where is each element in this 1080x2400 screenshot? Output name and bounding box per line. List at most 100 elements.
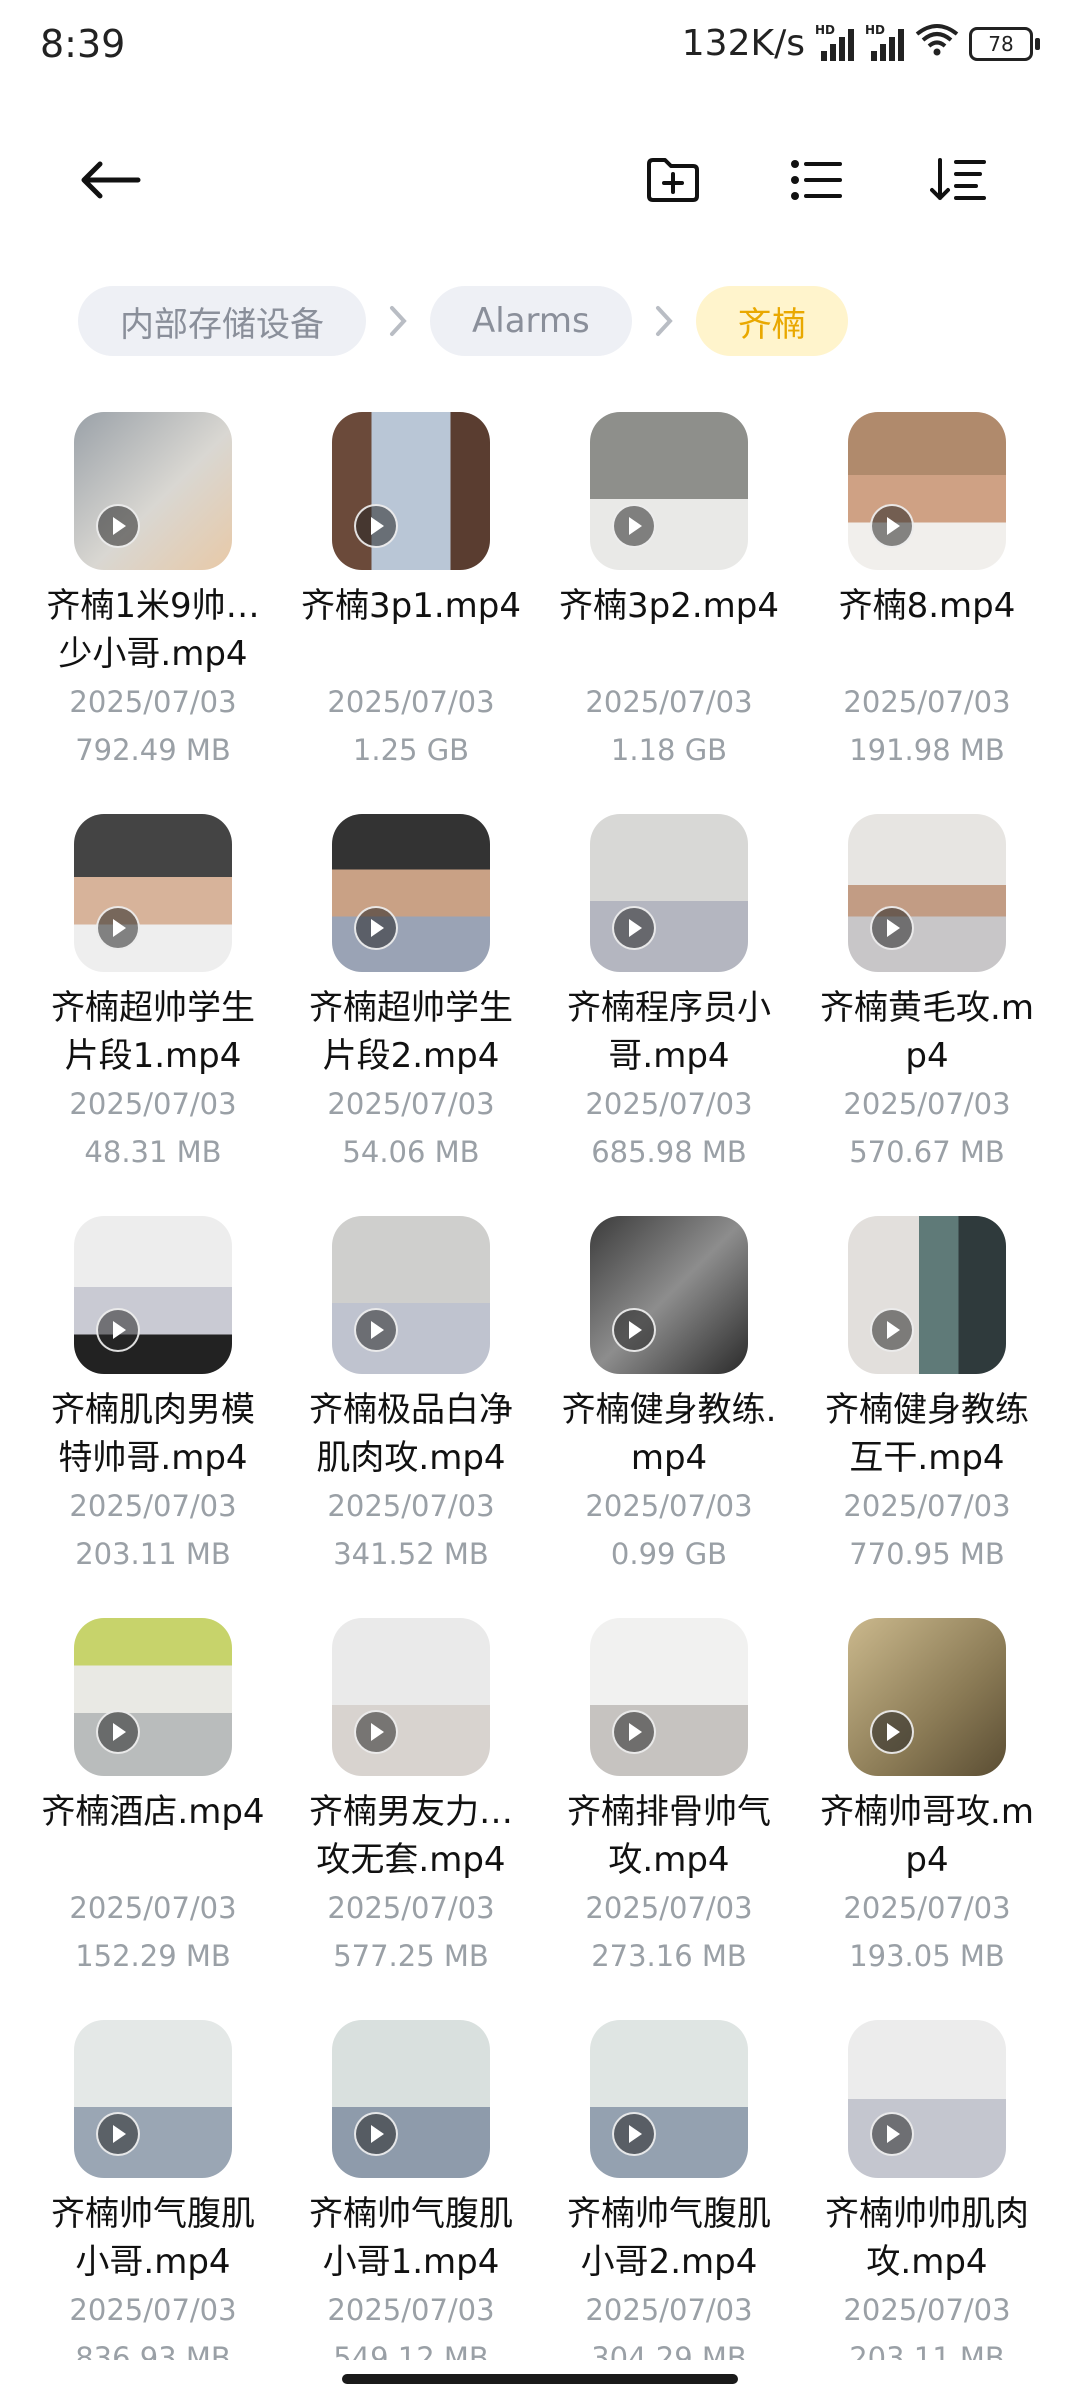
file-name: 齐楠帅帅肌肉攻.mp4 [825, 2194, 1029, 2282]
play-icon [612, 2112, 656, 2156]
play-icon [96, 504, 140, 548]
chevron-right-icon [366, 304, 430, 338]
video-thumbnail[interactable] [848, 2020, 1006, 2178]
file-date: 2025/07/03 [585, 685, 753, 719]
breadcrumb-item-current[interactable]: 齐楠 [695, 286, 848, 356]
play-icon [870, 504, 914, 548]
file-name: 齐楠帅气腹肌小哥2.mp4 [567, 2194, 771, 2282]
file-name: 齐楠帅哥攻.mp4 [820, 1792, 1034, 1880]
file-size: 48.31 MB [84, 1135, 222, 1169]
file-item[interactable]: 齐楠3p1.mp4 2025/07/03 1.25 GB [282, 400, 540, 802]
play-icon [354, 1710, 398, 1754]
file-item[interactable]: 齐楠极品白净肌肉攻.mp4 2025/07/03 341.52 MB [282, 1204, 540, 1606]
video-thumbnail[interactable] [74, 814, 232, 972]
signal-icon: HD [815, 23, 855, 61]
file-item[interactable]: 齐楠帅气腹肌小哥.mp4 2025/07/03 836.93 MB [24, 2008, 282, 2360]
file-size: 152.29 MB [75, 1939, 231, 1973]
play-icon [612, 1710, 656, 1754]
video-thumbnail[interactable] [332, 2020, 490, 2178]
video-thumbnail[interactable] [74, 1216, 232, 1374]
file-date: 2025/07/03 [327, 1891, 495, 1925]
file-item[interactable]: 齐楠帅帅肌肉攻.mp4 2025/07/03 203.11 MB [798, 2008, 1056, 2360]
video-thumbnail[interactable] [848, 1618, 1006, 1776]
file-date: 2025/07/03 [843, 1489, 1011, 1523]
file-size: 341.52 MB [333, 1537, 489, 1571]
file-item[interactable]: 齐楠3p2.mp4 2025/07/03 1.18 GB [540, 400, 798, 802]
file-name: 齐楠健身教练.mp4 [561, 1390, 777, 1478]
status-time: 8:39 [40, 22, 126, 66]
video-thumbnail[interactable] [848, 1216, 1006, 1374]
play-icon [612, 1308, 656, 1352]
file-name: 齐楠1米9帅…少小哥.mp4 [46, 586, 260, 674]
view-mode-button[interactable] [776, 140, 856, 220]
file-item[interactable]: 齐楠酒店.mp4 2025/07/03 152.29 MB [24, 1606, 282, 2008]
file-date: 2025/07/03 [327, 2293, 495, 2327]
file-name: 齐楠程序员小哥.mp4 [567, 988, 771, 1076]
breadcrumb-item-storage[interactable]: 内部存储设备 [78, 286, 366, 356]
file-item[interactable]: 齐楠健身教练互干.mp4 2025/07/03 770.95 MB [798, 1204, 1056, 1606]
video-thumbnail[interactable] [74, 2020, 232, 2178]
signal-icon: HD [865, 23, 905, 61]
chevron-right-icon [632, 304, 696, 338]
play-icon [612, 906, 656, 950]
file-item[interactable]: 齐楠健身教练.mp4 2025/07/03 0.99 GB [540, 1204, 798, 1606]
file-item[interactable]: 齐楠男友力…攻无套.mp4 2025/07/03 577.25 MB [282, 1606, 540, 2008]
status-icons: 132K/s HD HD 78 [682, 22, 1040, 65]
play-icon [354, 1308, 398, 1352]
file-size: 0.99 GB [610, 1537, 728, 1571]
file-item[interactable]: 齐楠超帅学生片段2.mp4 2025/07/03 54.06 MB [282, 802, 540, 1204]
file-name: 齐楠帅气腹肌小哥.mp4 [51, 2194, 255, 2282]
play-icon [612, 504, 656, 548]
video-thumbnail[interactable] [590, 1618, 748, 1776]
back-button[interactable] [70, 140, 150, 220]
play-icon [870, 1308, 914, 1352]
file-item[interactable]: 齐楠1米9帅…少小哥.mp4 2025/07/03 792.49 MB [24, 400, 282, 802]
video-thumbnail[interactable] [848, 814, 1006, 972]
file-size: 304.29 MB [591, 2341, 747, 2360]
breadcrumb-item-alarms[interactable]: Alarms [430, 286, 632, 356]
file-name: 齐楠3p1.mp4 [301, 586, 521, 626]
video-thumbnail[interactable] [74, 1618, 232, 1776]
file-item[interactable]: 齐楠帅气腹肌小哥1.mp4 2025/07/03 549.12 MB [282, 2008, 540, 2360]
file-name: 齐楠酒店.mp4 [41, 1792, 265, 1832]
file-item[interactable]: 齐楠黄毛攻.mp4 2025/07/03 570.67 MB [798, 802, 1056, 1204]
battery-icon: 78 [969, 26, 1040, 61]
file-item[interactable]: 齐楠肌肉男模特帅哥.mp4 2025/07/03 203.11 MB [24, 1204, 282, 1606]
play-icon [870, 906, 914, 950]
toolbar [0, 120, 1080, 230]
video-thumbnail[interactable] [590, 412, 748, 570]
video-thumbnail[interactable] [590, 1216, 748, 1374]
file-date: 2025/07/03 [69, 1891, 237, 1925]
video-thumbnail[interactable] [590, 2020, 748, 2178]
file-size: 203.11 MB [849, 2341, 1005, 2360]
video-thumbnail[interactable] [332, 1216, 490, 1374]
file-size: 193.05 MB [849, 1939, 1005, 1973]
file-item[interactable]: 齐楠帅气腹肌小哥2.mp4 2025/07/03 304.29 MB [540, 2008, 798, 2360]
file-item[interactable]: 齐楠程序员小哥.mp4 2025/07/03 685.98 MB [540, 802, 798, 1204]
video-thumbnail[interactable] [848, 412, 1006, 570]
file-item[interactable]: 齐楠帅哥攻.mp4 2025/07/03 193.05 MB [798, 1606, 1056, 2008]
sort-button[interactable] [918, 140, 998, 220]
video-thumbnail[interactable] [332, 412, 490, 570]
file-date: 2025/07/03 [327, 1489, 495, 1523]
video-thumbnail[interactable] [332, 814, 490, 972]
add-folder-icon [647, 158, 699, 202]
file-name: 齐楠黄毛攻.mp4 [820, 988, 1034, 1076]
video-thumbnail[interactable] [332, 1618, 490, 1776]
file-size: 191.98 MB [849, 733, 1005, 767]
file-item[interactable]: 齐楠超帅学生片段1.mp4 2025/07/03 48.31 MB [24, 802, 282, 1204]
home-indicator[interactable] [342, 2374, 738, 2384]
file-size: 570.67 MB [849, 1135, 1005, 1169]
file-date: 2025/07/03 [843, 685, 1011, 719]
wifi-icon [915, 22, 959, 65]
play-icon [96, 2112, 140, 2156]
file-item[interactable]: 齐楠排骨帅气攻.mp4 2025/07/03 273.16 MB [540, 1606, 798, 2008]
file-date: 2025/07/03 [69, 1087, 237, 1121]
video-thumbnail[interactable] [590, 814, 748, 972]
file-grid: 齐楠1米9帅…少小哥.mp4 2025/07/03 792.49 MB 齐楠3p1.m… [24, 400, 1056, 2360]
new-folder-button[interactable] [633, 140, 713, 220]
back-arrow-icon [81, 161, 141, 199]
file-item[interactable]: 齐楠8.mp4 2025/07/03 191.98 MB [798, 400, 1056, 802]
video-thumbnail[interactable] [74, 412, 232, 570]
list-icon [791, 160, 842, 200]
